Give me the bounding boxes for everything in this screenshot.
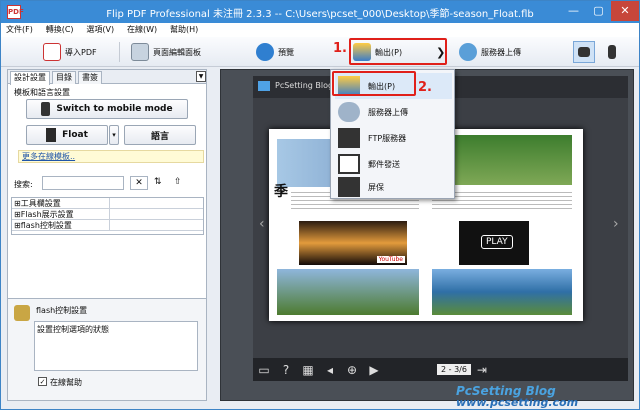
clear-search-icon[interactable]: ✕ — [130, 176, 148, 190]
tree-row-flash-display[interactable]: ⊞Flash展示設置 — [12, 209, 203, 220]
online-help-label: 在線幫助 — [50, 378, 82, 387]
page-editor-label: 頁面編輯面板 — [153, 47, 201, 57]
menu-item-screensaver[interactable]: 屏保 — [335, 174, 452, 200]
phone-icon — [41, 102, 51, 116]
switch-mobile-label: Switch to mobile mode — [56, 104, 173, 114]
lang-section-heading: 模板和語言設置 — [14, 88, 70, 97]
sound-icon[interactable]: ◂ — [319, 363, 341, 377]
video-thumb-sunset[interactable]: YouTube — [299, 221, 407, 265]
more-templates-link[interactable]: 更多在線模板.. — [22, 151, 75, 162]
next-page-icon[interactable]: › — [613, 216, 619, 232]
menu-options[interactable]: 選項(V) — [81, 23, 119, 37]
switch-mobile-button[interactable]: Switch to mobile mode — [26, 99, 188, 119]
step-1-label: 1. — [333, 41, 347, 56]
last-page-icon[interactable]: ⇥ — [471, 363, 493, 377]
pdf-icon — [43, 43, 61, 61]
step-2-label: 2. — [418, 80, 432, 95]
autoplay-icon[interactable]: ▶ — [363, 363, 385, 377]
panel-dropdown-icon[interactable]: ▼ — [196, 71, 206, 82]
template-label: Float — [62, 130, 88, 140]
upload-server-button[interactable]: 服務器上傳 — [459, 41, 521, 63]
mobile-view-button[interactable] — [601, 41, 623, 63]
settings-tree: ⊞工具欄設置 ⊞Flash展示設置 ⊞flash控制設置 — [11, 197, 204, 235]
flash-section-heading: flash控制設置 — [36, 306, 88, 315]
screensaver-icon — [338, 177, 360, 197]
settings-icon — [14, 305, 30, 321]
minimize-button[interactable]: — — [561, 1, 586, 21]
window-title: Flip PDF Professional 未注冊 2.3.3 -- C:\Us… — [106, 9, 534, 20]
menu-bar: 文件(F) 轉換(C) 選項(V) 在線(W) 幫助(H) — [1, 23, 639, 37]
highlight-box-menu-output — [332, 71, 416, 96]
menu-item-upload[interactable]: 服務器上傳 — [335, 99, 452, 125]
envelope-icon — [338, 154, 360, 174]
viewer-controls: ▭ ? ▦ ◂ ⊕ ▶ 2 - 3/6 ⇥ — [253, 358, 628, 381]
menu-item-ftp-label: FTP服務器 — [368, 133, 407, 143]
watermark: PcSetting Blog www.pcsetting.com — [456, 384, 578, 409]
sort-icon[interactable]: ⇅ — [154, 177, 162, 187]
toolbar: 導入PDF 頁面編輯面板 預覽 輸出(P) ❯ 服務器上傳 — [1, 37, 639, 67]
tab-toc[interactable]: 目錄 — [52, 71, 76, 84]
book-icon — [46, 128, 57, 142]
toolbar-divider — [119, 42, 120, 62]
video-thumb-play[interactable]: PLAY — [459, 221, 529, 265]
desktop-view-button[interactable] — [573, 41, 595, 63]
template-dropdown-button[interactable]: ▾ — [109, 125, 119, 145]
highlight-box-output — [349, 38, 447, 65]
app-window: PDF Flip PDF Professional 未注冊 2.3.3 -- C… — [0, 0, 640, 410]
close-button[interactable]: ✕ — [611, 1, 639, 21]
tree-row-flash-control[interactable]: ⊞flash控制設置 — [12, 220, 203, 231]
menu-item-email-label: 郵件發送 — [368, 159, 400, 169]
preview-button[interactable]: 預覽 — [256, 41, 294, 63]
prev-page-icon[interactable]: ‹ — [259, 216, 265, 232]
preview-label: 預覽 — [278, 47, 294, 57]
menu-help[interactable]: 幫助(H) — [165, 23, 203, 37]
menu-convert[interactable]: 轉換(C) — [41, 23, 79, 37]
tab-bookmarks[interactable]: 書簽 — [78, 71, 102, 84]
page-editor-button[interactable]: 頁面編輯面板 — [131, 41, 201, 63]
flash-description: 設置控制選項的狀態 — [34, 321, 198, 371]
title-bar: PDF Flip PDF Professional 未注冊 2.3.3 -- C… — [1, 1, 639, 23]
thumbnail-icon[interactable]: ▭ — [253, 363, 275, 377]
search-input[interactable] — [42, 176, 124, 190]
monitor-icon — [578, 47, 590, 57]
menu-file[interactable]: 文件(F) — [1, 23, 38, 37]
page-image-landscape — [277, 269, 419, 315]
help-icon[interactable]: ? — [275, 363, 297, 377]
tab-design-settings[interactable]: 設計設置 — [10, 71, 50, 85]
import-pdf-label: 導入PDF — [65, 47, 97, 57]
menu-item-upload-label: 服務器上傳 — [368, 107, 408, 117]
page-image-lake — [432, 269, 572, 315]
preview-icon — [256, 43, 274, 61]
globe-icon — [459, 43, 477, 61]
menu-item-ftp[interactable]: FTP服務器 — [335, 125, 452, 151]
language-button[interactable]: 語言 — [124, 125, 196, 145]
upload-server-label: 服務器上傳 — [481, 47, 521, 57]
online-help-checkbox[interactable]: ✓ — [38, 377, 47, 386]
maximize-button[interactable]: ▢ — [586, 1, 611, 21]
phone-icon — [608, 45, 616, 59]
expand-icon[interactable]: ⇧ — [174, 177, 182, 187]
play-icon: PLAY — [481, 235, 513, 249]
upload-arrow-icon — [338, 128, 360, 148]
description-pane: flash控制設置 設置控制選項的狀態 ✓ 在線幫助 — [8, 298, 206, 400]
left-panel: 設計設置 目錄 書簽 ▼ 模板和語言設置 Switch to mobile mo… — [7, 69, 207, 401]
zoom-icon[interactable]: ⊕ — [341, 363, 363, 377]
watermark-line2: www.pcsetting.com — [456, 396, 579, 409]
share-icon[interactable]: ▦ — [297, 363, 319, 377]
menu-item-screensaver-label: 屏保 — [368, 182, 384, 192]
cloud-icon — [338, 102, 360, 122]
tree-row-toolbar[interactable]: ⊞工具欄設置 — [12, 198, 203, 209]
page-indicator[interactable]: 2 - 3/6 — [437, 364, 471, 375]
search-label: 搜索: — [14, 180, 33, 189]
panel-tabs: 設計設置 目錄 書簽 ▼ — [8, 70, 206, 85]
page-big-char: 季 — [274, 184, 288, 200]
viewer-title: PcSetting Blog — [275, 81, 334, 90]
menu-online[interactable]: 在線(W) — [122, 23, 162, 37]
import-pdf-button[interactable]: 導入PDF — [43, 41, 97, 63]
page-editor-icon — [131, 43, 149, 61]
monitor-icon — [258, 81, 270, 91]
template-button[interactable]: Float — [26, 125, 108, 145]
